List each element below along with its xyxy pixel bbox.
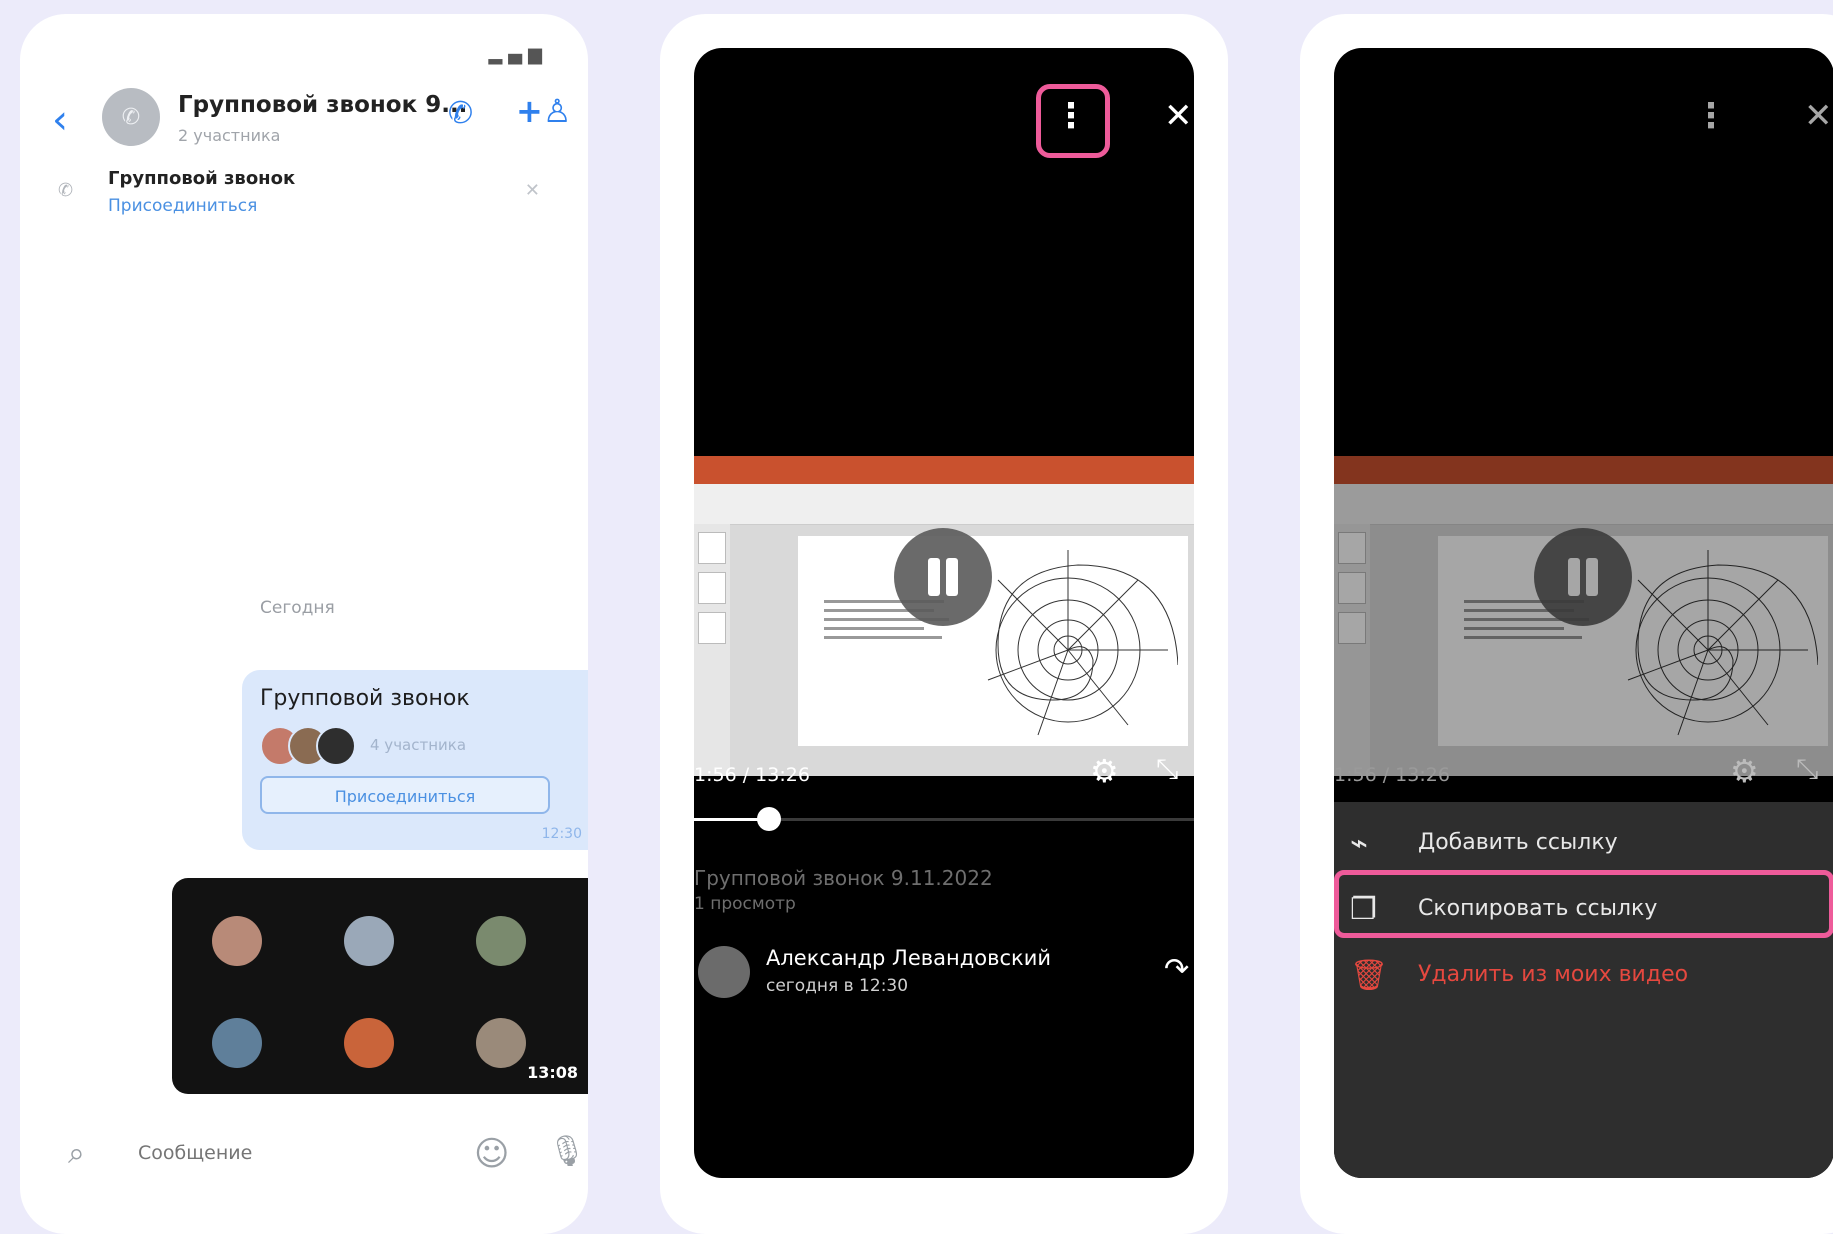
author-time: сегодня в 12:30 — [766, 976, 909, 996]
paperclip-icon: ⌁ — [1350, 826, 1369, 861]
participants-count: 4 участника — [370, 736, 467, 754]
call-icon[interactable]: ✆ — [448, 96, 473, 131]
bubble-title: Групповой звонок — [260, 686, 470, 711]
author-avatar[interactable] — [698, 946, 750, 998]
close-icon[interactable]: ✕ — [525, 180, 540, 201]
pinned-call-banner[interactable]: ✆ Групповой звонок Присоединиться ✕ — [52, 162, 564, 232]
menu-item-label: Удалить из моих видео — [1418, 962, 1689, 987]
avatar — [212, 916, 262, 966]
avatar — [344, 1018, 394, 1068]
exit-fullscreen-icon[interactable]: ⤡ — [1796, 752, 1818, 786]
video-duration: 13:08 — [527, 1063, 578, 1082]
close-icon[interactable]: ✕ — [1164, 86, 1193, 146]
pinned-title: Групповой звонок — [108, 168, 296, 189]
paperclip-icon[interactable]: ⌕ — [68, 1136, 85, 1171]
message-time: 12:30 — [541, 826, 582, 842]
playback-time: 1:56 / 13:26 — [694, 764, 810, 786]
avatar — [212, 1018, 262, 1068]
signal-icon: ▂▄▆ — [488, 44, 548, 65]
chat-title[interactable]: Групповой звонок 9... — [178, 92, 467, 118]
video-screen: ⋮ ✕ — [1334, 48, 1833, 1178]
gear-icon[interactable]: ⚙ — [1730, 752, 1759, 790]
message-input[interactable] — [138, 1142, 438, 1164]
chat-subtitle: 2 участника — [178, 126, 281, 145]
back-chevron-icon[interactable]: ‹ — [52, 100, 68, 140]
emoji-icon[interactable]: ☺ — [474, 1134, 509, 1174]
phone-video-menu: ⋮ ✕ 1:56 / 13:26 ⚙ ⤡ ⌁ Добавить ссылку ❐… — [1300, 14, 1833, 1234]
exit-fullscreen-icon[interactable]: ⤡ — [1156, 752, 1178, 786]
author-name[interactable]: Александр Левандовский — [766, 946, 1051, 970]
slide-thumbnail — [698, 612, 726, 644]
chat-header: ‹ ✆ Групповой звонок 9... 2 участника ✆ … — [20, 80, 588, 160]
menu-item-delete-video[interactable]: 🗑 Удалить из моих видео — [1334, 940, 1833, 1010]
slide-thumbnail — [698, 572, 726, 604]
phone-video-player: ⋮ ✕ 1:56 / 13:26 ⚙ ⤡ Групповой звонок 9.… — [660, 14, 1228, 1234]
avatar — [476, 916, 526, 966]
status-bar: ▂▄▆ — [80, 44, 548, 65]
highlight-frame — [1036, 84, 1110, 158]
options-menu: ⌁ Добавить ссылку ❐ Скопировать ссылку 🗑… — [1334, 802, 1833, 1178]
pinned-join-link[interactable]: Присоединиться — [108, 196, 257, 216]
phone-small-icon: ✆ — [58, 180, 74, 201]
video-title: Групповой звонок 9.11.2022 — [694, 866, 993, 890]
spiral-drawing — [987, 550, 1178, 736]
slide-page — [798, 536, 1188, 746]
phone-icon: ✆ — [121, 104, 141, 130]
menu-item-label: Добавить ссылку — [1418, 830, 1618, 855]
phone-chat: ▂▄▆ ‹ ✆ Групповой звонок 9... 2 участник… — [20, 14, 588, 1234]
progress-knob[interactable] — [757, 807, 781, 831]
join-call-button[interactable]: Присоединиться — [260, 776, 550, 814]
date-separator: Сегодня — [260, 598, 335, 618]
message-composer: ⌕ ☺ 🎙 — [50, 1126, 586, 1186]
pause-icon[interactable] — [894, 528, 992, 626]
microphone-icon[interactable]: 🎙 — [548, 1134, 586, 1169]
gear-icon[interactable]: ⚙ — [1090, 752, 1119, 790]
slide-sidebar — [694, 524, 730, 776]
highlight-frame — [1334, 870, 1833, 938]
chat-avatar[interactable]: ✆ — [102, 88, 160, 146]
video-views: 1 просмотр — [694, 894, 796, 914]
slide-ribbon — [694, 456, 1194, 484]
avatar — [344, 916, 394, 966]
avatar — [476, 1018, 526, 1068]
add-user-icon[interactable]: +♙ — [516, 92, 572, 130]
playback-time: 1:56 / 13:26 — [1334, 764, 1450, 786]
progress-bar[interactable] — [694, 807, 1194, 831]
slide-toolbar — [694, 484, 1194, 525]
trash-icon: 🗑 — [1350, 958, 1389, 993]
video-screen: ⋮ ✕ — [694, 48, 1194, 1178]
menu-item-add-link[interactable]: ⌁ Добавить ссылку — [1334, 808, 1833, 878]
share-icon[interactable]: ↷ — [1164, 952, 1189, 987]
call-message-bubble: Групповой звонок 4 участника Присоединит… — [242, 670, 588, 850]
call-recording-thumbnail[interactable]: 13:08 — [172, 878, 588, 1094]
slide-thumbnail — [698, 532, 726, 564]
avatar — [316, 726, 356, 766]
